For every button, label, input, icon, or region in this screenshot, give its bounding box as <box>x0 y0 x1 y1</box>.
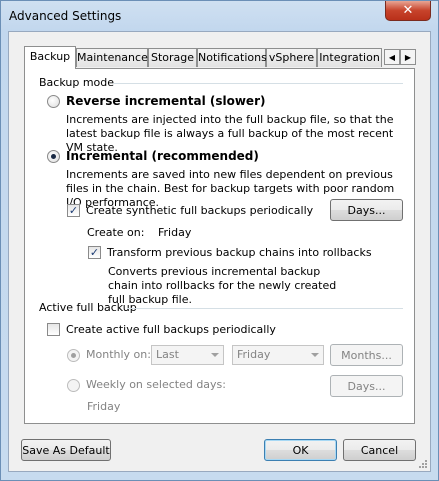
checkmark-icon: ✓ <box>89 246 100 259</box>
close-button[interactable]: ✕ <box>385 1 431 21</box>
advanced-settings-window: Advanced Settings ✕ Backup Maintenance S… <box>0 0 439 481</box>
window-title: Advanced Settings <box>9 9 122 23</box>
tab-maintenance[interactable]: Maintenance <box>76 48 148 67</box>
active-full-label: Create active full backups periodically <box>66 323 276 336</box>
weekly-radio[interactable] <box>67 379 80 392</box>
backup-mode-group-label: Backup mode <box>39 76 115 89</box>
transform-rollbacks-checkbox[interactable]: ✓ <box>88 246 101 259</box>
incremental-label: Incremental (recommended) <box>66 149 259 163</box>
monthly-label: Monthly on: <box>86 348 151 361</box>
group-divider <box>113 83 403 84</box>
weekly-days-button[interactable]: Days... <box>330 375 403 397</box>
chevron-down-icon <box>311 353 319 357</box>
dialog-client-area: Backup Maintenance Storage Notifications… <box>8 31 431 472</box>
reverse-incremental-radio[interactable] <box>47 95 60 108</box>
checkmark-icon: ✓ <box>68 204 79 217</box>
title-bar[interactable]: Advanced Settings ✕ <box>1 1 438 31</box>
tab-notifications[interactable]: Notifications <box>197 48 267 67</box>
tab-backup[interactable]: Backup <box>24 46 76 69</box>
tab-integration[interactable]: Integration <box>317 48 382 67</box>
ok-button[interactable]: OK <box>264 439 337 461</box>
group-divider <box>127 308 403 309</box>
reverse-incremental-label: Reverse incremental (slower) <box>66 94 266 108</box>
active-full-checkbox[interactable] <box>47 323 60 336</box>
monthly-radio[interactable] <box>67 349 80 362</box>
backup-tab-panel: Backup mode Reverse incremental (slower)… <box>24 68 415 424</box>
weekly-label: Weekly on selected days: <box>86 378 226 391</box>
monthly-day-select[interactable]: Friday <box>232 345 324 365</box>
chevron-down-icon <box>211 353 219 357</box>
tab-scroll-right-button[interactable]: ▶ <box>400 49 416 65</box>
transform-rollbacks-label: Transform previous backup chains into ro… <box>107 246 372 259</box>
synthetic-days-button[interactable]: Days... <box>330 199 403 221</box>
close-icon: ✕ <box>402 3 414 18</box>
create-on-value: Friday <box>158 226 192 239</box>
months-button[interactable]: Months... <box>330 344 403 366</box>
transform-rollbacks-description: Converts previous incremental backup cha… <box>108 265 337 306</box>
incremental-radio[interactable] <box>47 150 60 163</box>
arrow-right-icon: ▶ <box>404 52 412 62</box>
monthly-week-select[interactable]: Last <box>151 345 224 365</box>
cancel-button[interactable]: Cancel <box>343 439 416 461</box>
synthetic-full-checkbox[interactable]: ✓ <box>67 204 80 217</box>
create-on-label: Create on: <box>87 226 145 239</box>
resize-grip-icon[interactable] <box>418 459 428 469</box>
synthetic-full-label: Create synthetic full backups periodical… <box>86 204 314 217</box>
save-as-default-button[interactable]: Save As Default <box>21 439 111 461</box>
tab-scroll-left-button[interactable]: ◀ <box>384 49 400 65</box>
tab-vsphere[interactable]: vSphere <box>266 48 317 67</box>
arrow-left-icon: ◀ <box>388 52 396 62</box>
weekly-days-value: Friday <box>87 400 121 413</box>
tab-storage[interactable]: Storage <box>148 48 197 67</box>
active-full-group-label: Active full backup <box>39 301 137 314</box>
